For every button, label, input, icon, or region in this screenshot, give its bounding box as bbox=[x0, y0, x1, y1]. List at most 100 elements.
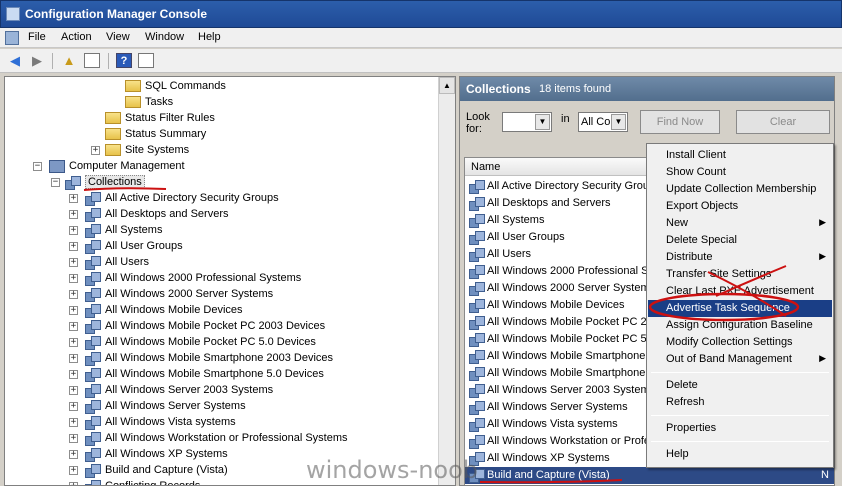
tree-item[interactable]: + All Windows Mobile Pocket PC 2003 Devic… bbox=[5, 319, 435, 335]
tree-item[interactable]: + All User Groups bbox=[5, 239, 435, 255]
find-now-button[interactable]: Find Now bbox=[640, 110, 720, 134]
expand-icon[interactable]: + bbox=[69, 194, 78, 203]
tree-item-label: All Windows Workstation or Professional … bbox=[105, 432, 348, 444]
tree-item-label: All Windows Mobile Pocket PC 5.0 Devices bbox=[105, 336, 316, 348]
menu-item-out-of-band-management[interactable]: Out of Band Management ▶ bbox=[648, 351, 832, 368]
menu-help[interactable]: Help bbox=[198, 31, 221, 43]
tree-item[interactable]: Status Summary bbox=[5, 127, 435, 143]
menu-item-label: Install Client bbox=[666, 149, 726, 161]
expand-icon[interactable]: + bbox=[69, 274, 78, 283]
clear-button[interactable]: Clear bbox=[736, 110, 830, 134]
expand-icon[interactable]: + bbox=[69, 434, 78, 443]
menu-item-label: Advertise Task Sequence bbox=[666, 302, 790, 314]
expand-icon[interactable]: + bbox=[69, 418, 78, 427]
chevron-down-icon[interactable]: ▼ bbox=[611, 114, 626, 130]
expand-icon[interactable]: + bbox=[69, 386, 78, 395]
menu-file[interactable]: File bbox=[28, 31, 46, 43]
tree-item[interactable]: + All Windows Server 2003 Systems bbox=[5, 383, 435, 399]
back-arrow-icon[interactable]: ◀ bbox=[6, 52, 24, 69]
expand-icon[interactable]: + bbox=[69, 322, 78, 331]
forward-arrow-icon[interactable]: ▶ bbox=[28, 52, 46, 69]
console-tree[interactable]: SQL Commands Tasks Status Filter Rules Stat… bbox=[4, 76, 456, 486]
mmc-system-icon[interactable] bbox=[5, 31, 19, 45]
tree-item[interactable]: Status Filter Rules bbox=[5, 111, 435, 127]
look-for-combo[interactable]: ▼ bbox=[502, 112, 552, 132]
tree-item[interactable]: + All Windows 2000 Server Systems bbox=[5, 287, 435, 303]
menu-item-clear-last-pxe-advertisement[interactable]: Clear Last PXE Advertisement bbox=[648, 283, 832, 300]
submenu-arrow-icon: ▶ bbox=[819, 251, 826, 261]
help-icon[interactable]: ? bbox=[116, 53, 132, 68]
menu-item-label: Properties bbox=[666, 422, 717, 434]
tree-item[interactable]: + All Users bbox=[5, 255, 435, 271]
expand-icon[interactable]: + bbox=[69, 226, 78, 235]
collapse-icon[interactable]: − bbox=[51, 178, 60, 187]
tree-item[interactable]: + All Windows Server Systems bbox=[5, 399, 435, 415]
menu-item-properties[interactable]: Properties bbox=[648, 420, 832, 437]
collapse-icon[interactable]: − bbox=[33, 162, 42, 171]
menu-item-delete[interactable]: Delete bbox=[648, 377, 832, 394]
menu-view[interactable]: View bbox=[106, 31, 130, 43]
up-folder-icon[interactable]: ▲ bbox=[60, 52, 78, 69]
expand-icon[interactable]: + bbox=[91, 146, 100, 155]
console-app-icon bbox=[6, 7, 20, 21]
expand-icon[interactable]: + bbox=[69, 306, 78, 315]
expand-icon[interactable]: + bbox=[69, 466, 78, 475]
tree-item[interactable]: + All Windows 2000 Professional Systems bbox=[5, 271, 435, 287]
menu-item-transfer-site-settings[interactable]: Transfer Site Settings bbox=[648, 266, 832, 283]
menu-item-help[interactable]: Help bbox=[648, 446, 832, 463]
tree-item[interactable]: + All Active Directory Security Groups bbox=[5, 191, 435, 207]
tree-item[interactable]: + All Desktops and Servers bbox=[5, 207, 435, 223]
tree-item[interactable]: − Computer Management bbox=[5, 159, 435, 175]
expand-icon[interactable]: + bbox=[69, 258, 78, 267]
menu-item-delete-special[interactable]: Delete Special bbox=[648, 232, 832, 249]
menu-action[interactable]: Action bbox=[61, 31, 92, 43]
expand-icon[interactable]: + bbox=[69, 482, 78, 485]
folder-icon bbox=[125, 80, 141, 92]
expand-icon[interactable]: + bbox=[69, 210, 78, 219]
search-in-combo[interactable]: All Col ▼ bbox=[578, 112, 628, 132]
tree-item[interactable]: + All Windows Mobile Devices bbox=[5, 303, 435, 319]
collection-icon bbox=[85, 464, 101, 478]
tree-item[interactable]: + All Systems bbox=[5, 223, 435, 239]
expand-icon[interactable]: + bbox=[69, 290, 78, 299]
tree-item[interactable]: Tasks bbox=[5, 95, 435, 111]
menu-item-export-objects[interactable]: Export Objects bbox=[648, 198, 832, 215]
show-hide-tree-icon[interactable] bbox=[84, 53, 100, 68]
menu-separator bbox=[651, 372, 829, 373]
menu-item-new[interactable]: New ▶ bbox=[648, 215, 832, 232]
expand-icon[interactable]: + bbox=[69, 402, 78, 411]
scroll-up-icon[interactable]: ▲ bbox=[439, 77, 455, 94]
tree-item[interactable]: + All Windows Mobile Smartphone 2003 Devi… bbox=[5, 351, 435, 367]
menu-item-refresh[interactable]: Refresh bbox=[648, 394, 832, 411]
tree-item[interactable]: + All Windows Mobile Smartphone 5.0 Devic… bbox=[5, 367, 435, 383]
tree-item[interactable]: SQL Commands bbox=[5, 79, 435, 95]
menu-item-label: New bbox=[666, 217, 689, 229]
tree-scrollbar[interactable]: ▲ bbox=[438, 77, 455, 485]
tree-item[interactable]: + All Windows Mobile Pocket PC 5.0 Device… bbox=[5, 335, 435, 351]
menu-item-advertise-task-sequence[interactable]: Advertise Task Sequence bbox=[648, 300, 832, 317]
expand-icon[interactable]: + bbox=[69, 242, 78, 251]
menu-item-show-count[interactable]: Show Count bbox=[648, 164, 832, 181]
menu-item-assign-configuration-baseline[interactable]: Assign Configuration Baseline bbox=[648, 317, 832, 334]
menu-bar: File Action View Window Help bbox=[0, 28, 842, 48]
tree-item[interactable]: + All Windows Workstation or Professional… bbox=[5, 431, 435, 447]
tree-item[interactable]: − Collections bbox=[5, 175, 435, 191]
menu-item-label: Delete bbox=[666, 379, 698, 391]
expand-icon[interactable]: + bbox=[69, 370, 78, 379]
tree-item[interactable]: + All Windows Vista systems bbox=[5, 415, 435, 431]
menu-item-distribute[interactable]: Distribute ▶ bbox=[648, 249, 832, 266]
menu-item-update-collection-membership[interactable]: Update Collection Membership bbox=[648, 181, 832, 198]
tree-item[interactable]: + Site Systems bbox=[5, 143, 435, 159]
expand-icon[interactable]: + bbox=[69, 354, 78, 363]
collection-icon bbox=[469, 248, 485, 262]
expand-icon[interactable]: + bbox=[69, 450, 78, 459]
tree-item-label: All Windows 2000 Server Systems bbox=[105, 288, 274, 300]
menu-item-modify-collection-settings[interactable]: Modify Collection Settings bbox=[648, 334, 832, 351]
properties-icon[interactable] bbox=[138, 53, 154, 68]
chevron-down-icon[interactable]: ▼ bbox=[535, 114, 550, 130]
expand-icon[interactable]: + bbox=[69, 338, 78, 347]
tree-item-label: All Windows XP Systems bbox=[105, 448, 228, 460]
menu-item-install-client[interactable]: Install Client bbox=[648, 147, 832, 164]
list-item[interactable]: Build and Capture (Vista) N bbox=[465, 467, 834, 484]
menu-window[interactable]: Window bbox=[145, 31, 184, 43]
